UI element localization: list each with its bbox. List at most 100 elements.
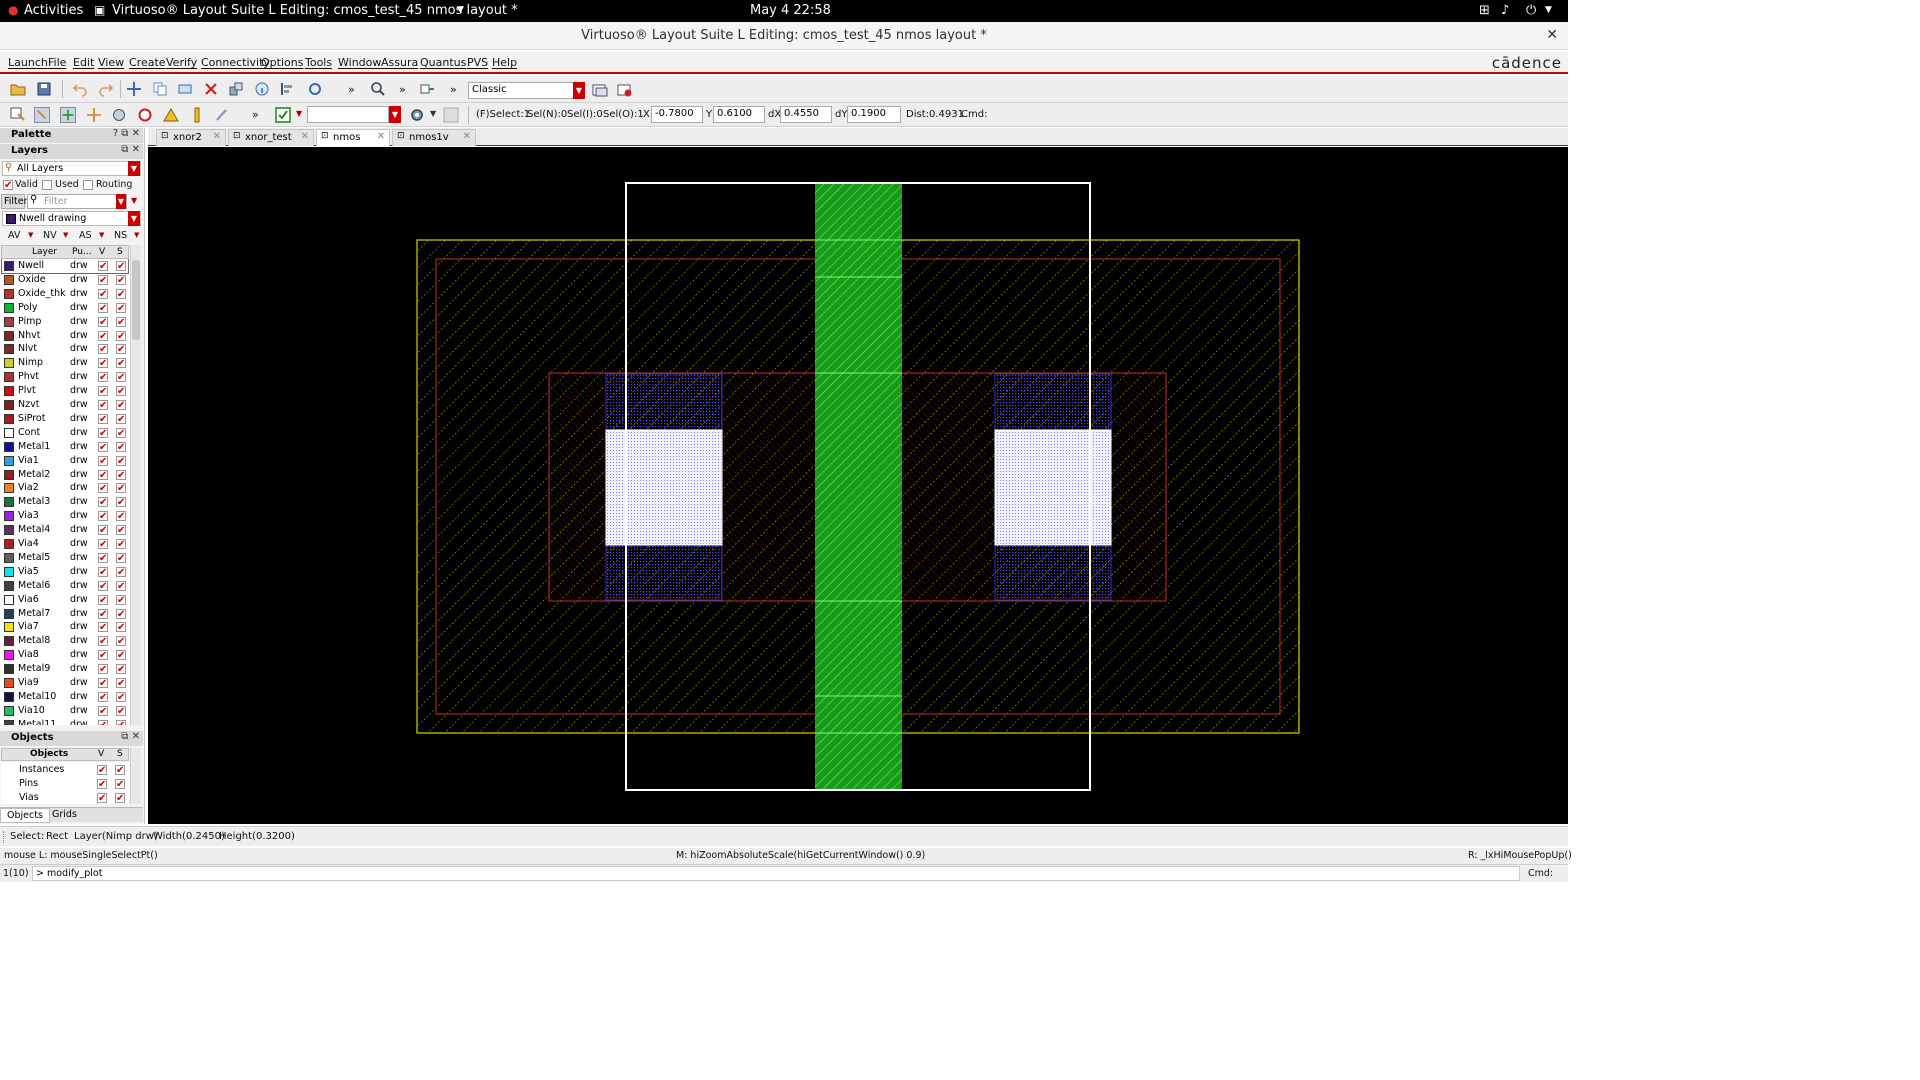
contact-left[interactable] <box>605 429 723 546</box>
menu-connectivity[interactable]: Connectivity <box>201 56 270 69</box>
visible-checkbox[interactable]: ✔ <box>97 779 107 790</box>
av-button[interactable]: AV <box>8 230 20 241</box>
list-item[interactable]: Vias ✔ ✔ <box>1 791 127 805</box>
layer-row[interactable]: Via4 drw ✔ ✔ <box>2 537 128 551</box>
layer-row[interactable]: Via1 drw ✔ ✔ <box>2 454 128 468</box>
objects-scrollbar[interactable] <box>130 748 141 804</box>
layer-row[interactable]: Metal9 drw ✔ ✔ <box>2 662 128 676</box>
layer-dropdown-icon[interactable]: ▼ <box>389 106 401 123</box>
contact-right[interactable] <box>994 429 1112 546</box>
x-coordinate-field[interactable]: -0.7800 <box>651 106 703 123</box>
selectable-checkbox[interactable]: ✔ <box>116 622 126 633</box>
visible-checkbox[interactable]: ✔ <box>98 372 108 383</box>
menu-assura[interactable]: Assura <box>381 56 418 69</box>
selectable-checkbox[interactable]: ✔ <box>116 678 126 689</box>
col-visible[interactable]: V <box>98 749 104 759</box>
visible-checkbox[interactable]: ✔ <box>98 316 108 327</box>
selectable-checkbox[interactable]: ✔ <box>115 793 125 804</box>
visible-checkbox[interactable]: ✔ <box>98 552 108 563</box>
menu-tools[interactable]: Tools <box>305 56 332 69</box>
layer-row[interactable]: Nlvt drw ✔ ✔ <box>2 342 128 356</box>
col-selectable[interactable]: S <box>117 749 123 759</box>
col-selectable[interactable]: S <box>117 247 123 257</box>
command-input[interactable]: > modify_plot <box>32 866 1520 881</box>
workspace-load-icon[interactable] <box>617 82 633 98</box>
selectable-checkbox[interactable]: ✔ <box>116 539 126 550</box>
layer-row[interactable]: Nhvt drw ✔ ✔ <box>2 329 128 343</box>
ruler-icon[interactable] <box>189 107 205 123</box>
pen-icon[interactable] <box>214 107 230 123</box>
scrollbar-thumb[interactable] <box>132 260 140 340</box>
y-coordinate-field[interactable]: 0.6100 <box>713 106 765 123</box>
visible-checkbox[interactable]: ✔ <box>98 622 108 633</box>
layer-row[interactable]: Via3 drw ✔ ✔ <box>2 509 128 523</box>
close-icon[interactable]: ✕ <box>463 131 471 142</box>
overflow-chevron-icon[interactable]: » <box>450 83 457 96</box>
menu-pvs[interactable]: PVS <box>467 56 488 69</box>
dy-field[interactable]: 0.1900 <box>847 106 901 123</box>
selectable-checkbox[interactable]: ✔ <box>115 779 125 790</box>
layer-scrollbar[interactable] <box>130 245 141 725</box>
layer-row[interactable]: Poly drw ✔ ✔ <box>2 301 128 315</box>
selectable-checkbox[interactable]: ✔ <box>116 455 126 466</box>
selectable-checkbox[interactable]: ✔ <box>116 650 126 661</box>
gear-icon[interactable] <box>409 107 425 123</box>
list-item[interactable]: Pins ✔ ✔ <box>1 777 127 791</box>
info-icon[interactable] <box>254 81 270 97</box>
col-layer[interactable]: Layer <box>32 247 57 257</box>
visible-checkbox[interactable]: ✔ <box>98 664 108 675</box>
workspace-save-icon[interactable] <box>592 82 608 98</box>
panel-buttons[interactable]: ⧉ ✕ <box>121 731 140 742</box>
visible-checkbox[interactable]: ✔ <box>98 261 108 272</box>
chevron-down-icon[interactable]: ▼ <box>116 194 126 209</box>
copy-icon[interactable] <box>152 81 168 97</box>
selectable-checkbox[interactable]: ✔ <box>116 302 126 313</box>
visible-checkbox[interactable]: ✔ <box>98 400 108 411</box>
layer-row[interactable]: Metal7 drw ✔ ✔ <box>2 607 128 621</box>
selectable-checkbox[interactable]: ✔ <box>116 316 126 327</box>
tab-xnor2[interactable]: ⊡ xnor2 ✕ <box>156 129 226 146</box>
selectable-checkbox[interactable]: ✔ <box>116 664 126 675</box>
selectable-checkbox[interactable]: ✔ <box>116 566 126 577</box>
tab-objects[interactable]: Objects <box>0 808 50 823</box>
layer-row[interactable]: Via2 drw ✔ ✔ <box>2 481 128 495</box>
visible-checkbox[interactable]: ✔ <box>98 358 108 369</box>
layer-row[interactable]: Metal3 drw ✔ ✔ <box>2 495 128 509</box>
selectable-checkbox[interactable]: ✔ <box>116 608 126 619</box>
visible-checkbox[interactable]: ✔ <box>98 483 108 494</box>
chevron-down-icon[interactable]: ▼ <box>134 231 139 239</box>
probe-icon[interactable] <box>419 81 435 97</box>
chevron-down-icon[interactable]: ▼ <box>128 211 140 226</box>
menu-edit[interactable]: Edit <box>73 56 94 69</box>
tab-nmos1v[interactable]: ⊡ nmos1v ✕ <box>392 129 476 146</box>
move-icon[interactable] <box>126 81 142 97</box>
tab-xnor-test[interactable]: ⊡ xnor_test ✕ <box>228 129 314 146</box>
layer-row[interactable]: Via7 drw ✔ ✔ <box>2 620 128 634</box>
layout-canvas[interactable] <box>148 147 1568 824</box>
list-item[interactable]: Instances ✔ ✔ <box>1 763 127 777</box>
redo-icon[interactable] <box>98 81 114 97</box>
selectable-checkbox[interactable]: ✔ <box>116 552 126 563</box>
col-objects[interactable]: Objects <box>30 749 68 759</box>
selectable-checkbox[interactable]: ✔ <box>116 580 126 591</box>
stretch-icon[interactable] <box>177 81 193 97</box>
visible-checkbox[interactable]: ✔ <box>98 288 108 299</box>
menu-create[interactable]: Create <box>129 56 166 69</box>
highlight-icon[interactable] <box>137 107 153 123</box>
layer-row[interactable]: Metal4 drw ✔ ✔ <box>2 523 128 537</box>
visible-checkbox[interactable]: ✔ <box>98 427 108 438</box>
menu-launch[interactable]: Launch <box>8 56 48 69</box>
hierarchy-icon[interactable] <box>228 81 244 97</box>
delete-icon[interactable] <box>203 81 219 97</box>
nv-button[interactable]: NV <box>43 230 57 241</box>
clock[interactable]: May 4 22:58 <box>750 3 831 18</box>
menu-options[interactable]: Options <box>261 56 303 69</box>
selectable-checkbox[interactable]: ✔ <box>116 344 126 355</box>
visible-checkbox[interactable]: ✔ <box>97 793 107 804</box>
current-layer-select[interactable]: Nwell drawing ▼ <box>2 211 141 226</box>
layer-row[interactable]: Nwell drw ✔ ✔ <box>1 259 129 274</box>
layer-row[interactable]: Via8 drw ✔ ✔ <box>2 648 128 662</box>
visible-checkbox[interactable]: ✔ <box>98 580 108 591</box>
close-icon[interactable]: ✕ <box>213 131 221 142</box>
dx-field[interactable]: 0.4550 <box>780 106 832 123</box>
